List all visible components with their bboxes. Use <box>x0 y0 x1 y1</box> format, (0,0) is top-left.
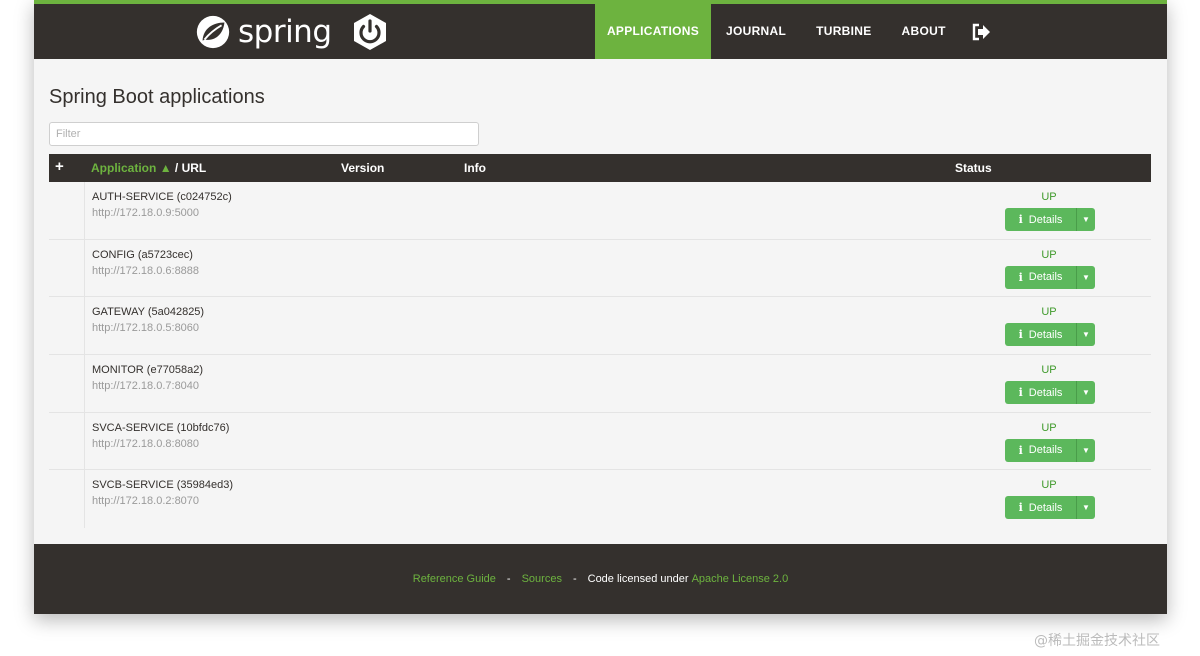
info-icon: i <box>1018 386 1023 400</box>
chevron-down-icon[interactable]: ▼ <box>1077 496 1095 519</box>
details-main-button[interactable]: i Details <box>1005 208 1077 231</box>
table-row: SVCA-SERVICE (10bfdc76) http://172.18.0.… <box>49 412 1151 471</box>
footer: Reference Guide - Sources - Code license… <box>34 544 1167 614</box>
app-url[interactable]: http://172.18.0.5:8060 <box>92 322 199 334</box>
app-url[interactable]: http://172.18.0.7:8040 <box>92 380 199 392</box>
watermark: @稀土掘金技术社区 <box>1034 633 1160 649</box>
status-badge: UP <box>1041 421 1057 434</box>
details-main-button[interactable]: i Details <box>1005 323 1077 347</box>
app-name: MONITOR (e77058a2) <box>92 364 204 377</box>
app-name: SVCB-SERVICE (35984ed3) <box>92 479 234 492</box>
row-expand-toggle[interactable] <box>49 412 85 470</box>
table-body: AUTH-SERVICE (c024752c) http://172.18.0.… <box>49 182 1151 529</box>
app-url[interactable]: http://172.18.0.2:8070 <box>92 495 199 507</box>
app-name: AUTH-SERVICE (c024752c) <box>92 191 232 203</box>
table-row: SVCB-SERVICE (35984ed3) http://172.18.0.… <box>49 470 1151 529</box>
column-url-label: / URL <box>174 161 207 175</box>
footer-separator: - <box>572 573 577 585</box>
details-main-button[interactable]: i Details <box>1005 438 1077 462</box>
app-name: CONFIG (a5723cec) <box>92 248 193 261</box>
status-badge: UP <box>1041 191 1057 203</box>
license-link[interactable]: Apache License 2.0 <box>692 573 789 585</box>
sign-out-icon <box>972 23 990 40</box>
chevron-down-icon[interactable]: ▼ <box>1077 381 1095 404</box>
table-row: AUTH-SERVICE (c024752c) http://172.18.0.… <box>49 182 1151 240</box>
page-title: Spring Boot applications <box>49 86 265 108</box>
details-button[interactable]: i Details ▼ <box>1005 208 1095 231</box>
row-expand-toggle[interactable] <box>49 355 85 412</box>
row-expand-toggle[interactable] <box>49 182 85 239</box>
status-badge: UP <box>1041 306 1057 319</box>
info-icon: i <box>1018 213 1023 226</box>
details-button[interactable]: i Details ▼ <box>1005 438 1095 462</box>
details-button[interactable]: i Details ▼ <box>1005 496 1095 520</box>
top-navbar: spring APPLICATIONS JOURNAL TURBINE ABOU… <box>34 0 1167 59</box>
brand-name: spring <box>238 14 332 50</box>
table-row: GATEWAY (5a042825) http://172.18.0.5:806… <box>49 297 1151 356</box>
column-status[interactable]: Status <box>955 161 992 175</box>
app-url[interactable]: http://172.18.0.9:5000 <box>92 207 199 219</box>
details-button[interactable]: i Details ▼ <box>1005 381 1095 405</box>
row-expand-toggle[interactable] <box>49 239 85 297</box>
status-badge: UP <box>1041 248 1057 261</box>
details-button[interactable]: i Details ▼ <box>1005 265 1095 289</box>
status-badge: UP <box>1041 364 1057 377</box>
table-row: CONFIG (a5723cec) http://172.18.0.6:8888… <box>49 239 1151 298</box>
info-icon: i <box>1018 270 1023 284</box>
app-name: SVCA-SERVICE (10bfdc76) <box>92 421 230 434</box>
logout-button[interactable] <box>961 4 1001 59</box>
main-nav: APPLICATIONS JOURNAL TURBINE ABOUT <box>595 4 1001 59</box>
spring-leaf-icon <box>196 15 230 49</box>
chevron-down-icon[interactable]: ▼ <box>1077 266 1095 289</box>
table-row: MONITOR (e77058a2) http://172.18.0.7:804… <box>49 355 1151 413</box>
details-main-button[interactable]: i Details <box>1005 496 1077 520</box>
row-expand-toggle[interactable] <box>49 470 85 529</box>
expand-all-button[interactable]: + <box>55 158 64 175</box>
brand[interactable]: spring <box>194 12 390 52</box>
table-header: + Application ▲ / URL Version Info Statu… <box>49 154 1151 182</box>
license-text: Code licensed under <box>587 573 689 585</box>
info-icon: i <box>1018 443 1023 457</box>
status-badge: UP <box>1041 479 1057 492</box>
details-main-button[interactable]: i Details <box>1005 381 1077 405</box>
chevron-down-icon[interactable]: ▼ <box>1077 323 1095 346</box>
column-application-url[interactable]: Application ▲ / URL <box>91 161 206 175</box>
details-button[interactable]: i Details ▼ <box>1005 323 1095 347</box>
footer-separator: - <box>506 573 511 585</box>
info-icon: i <box>1018 328 1023 342</box>
nav-turbine[interactable]: TURBINE <box>801 4 886 59</box>
spring-boot-power-icon <box>353 14 386 50</box>
filter-input[interactable] <box>49 122 479 146</box>
nav-applications[interactable]: APPLICATIONS <box>595 4 711 59</box>
nav-journal[interactable]: JOURNAL <box>711 4 801 59</box>
column-version[interactable]: Version <box>341 161 384 175</box>
column-application-sort[interactable]: Application ▲ <box>91 161 172 175</box>
app-url[interactable]: http://172.18.0.8:8080 <box>92 438 199 450</box>
app-url[interactable]: http://172.18.0.6:8888 <box>92 265 199 277</box>
info-icon: i <box>1018 501 1023 515</box>
sort-asc-icon: ▲ <box>159 161 172 175</box>
app-name: GATEWAY (5a042825) <box>92 306 205 319</box>
sources-link[interactable]: Sources <box>522 573 562 585</box>
chevron-down-icon[interactable]: ▼ <box>1077 208 1095 231</box>
chevron-down-icon[interactable]: ▼ <box>1077 439 1095 462</box>
reference-guide-link[interactable]: Reference Guide <box>413 573 496 585</box>
applications-table: + Application ▲ / URL Version Info Statu… <box>49 154 1151 529</box>
details-main-button[interactable]: i Details <box>1005 265 1077 289</box>
nav-about[interactable]: ABOUT <box>887 4 961 59</box>
app-window: spring APPLICATIONS JOURNAL TURBINE ABOU… <box>34 0 1167 614</box>
column-info: Info <box>464 161 486 175</box>
row-expand-toggle[interactable] <box>49 297 85 355</box>
